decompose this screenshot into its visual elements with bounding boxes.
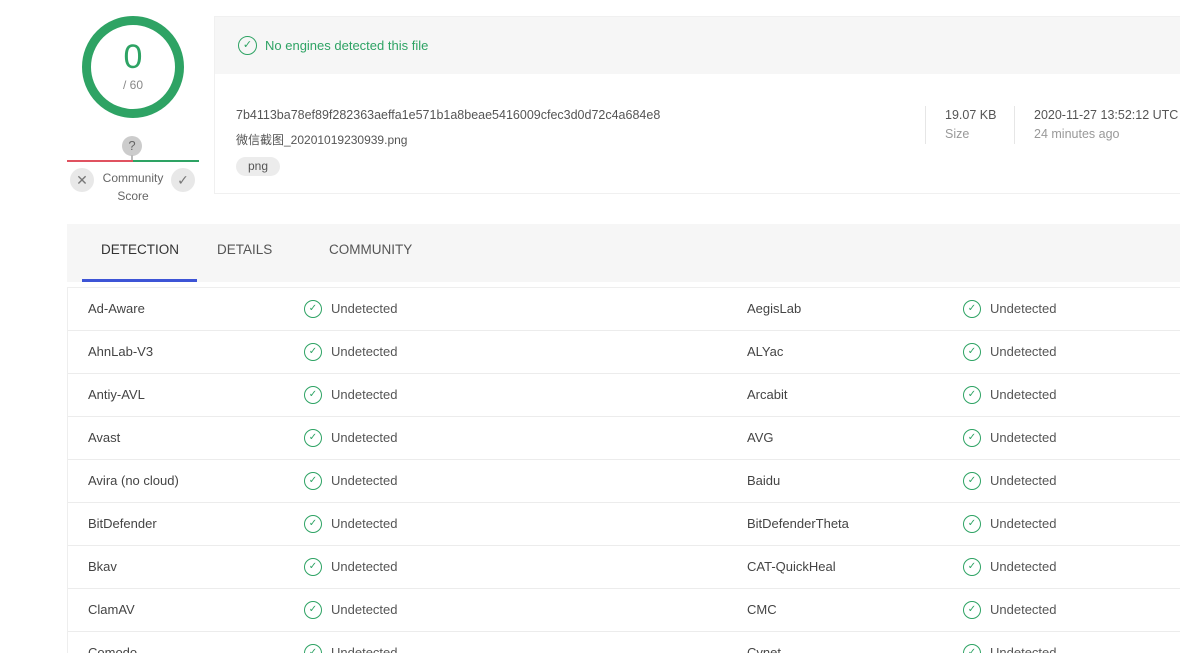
engine-result: Undetected [990, 430, 1057, 445]
table-row: ClamAV ✓ Undetected CMC ✓ Undetected [68, 589, 1180, 632]
check-circle-icon: ✓ [304, 300, 322, 318]
engine-name[interactable]: Arcabit [747, 387, 787, 402]
engine-result: Undetected [990, 387, 1057, 402]
detection-score-gauge: 0 / 60 [82, 16, 184, 118]
engine-result: Undetected [990, 301, 1057, 316]
check-circle-icon: ✓ [963, 515, 981, 533]
engine-result: Undetected [331, 430, 398, 445]
vote-harmless-button[interactable]: ✓ [171, 168, 195, 192]
engine-result: Undetected [990, 344, 1057, 359]
engine-name[interactable]: BitDefender [88, 516, 157, 531]
active-tab-indicator [82, 279, 197, 282]
file-summary-card: ✓ No engines detected this file 7b4113ba… [214, 16, 1180, 194]
engine-name[interactable]: Bkav [88, 559, 117, 574]
check-circle-icon: ✓ [304, 644, 322, 653]
table-row: Avast ✓ Undetected AVG ✓ Undetected [68, 417, 1180, 460]
engine-result: Undetected [990, 602, 1057, 617]
check-circle-icon: ✓ [963, 472, 981, 490]
engine-name[interactable]: CMC [747, 602, 777, 617]
engine-result: Undetected [331, 344, 398, 359]
tab-community[interactable]: COMMUNITY [329, 242, 412, 257]
check-circle-icon: ✓ [304, 472, 322, 490]
analysis-date-value: 2020-11-27 13:52:12 UTC [1034, 108, 1179, 122]
engine-result: Undetected [331, 301, 398, 316]
check-circle-icon: ✓ [963, 558, 981, 576]
check-circle-icon: ✓ [963, 644, 981, 653]
table-row: Comodo ✓ Undetected Cynet ✓ Undetected [68, 632, 1180, 653]
banner-text: No engines detected this file [265, 38, 429, 53]
community-score-bar [67, 160, 199, 162]
engine-result: Undetected [331, 473, 398, 488]
table-row: Antiy-AVL ✓ Undetected Arcabit ✓ Undetected [68, 374, 1180, 417]
engine-name[interactable]: Baidu [747, 473, 780, 488]
engine-result: Undetected [331, 645, 398, 653]
divider [1014, 106, 1015, 144]
engine-name[interactable]: AegisLab [747, 301, 801, 316]
check-circle-icon: ✓ [304, 343, 322, 361]
file-size-label: Size [945, 127, 970, 141]
file-size: 19.07 KB Size [945, 108, 996, 141]
check-circle-icon: ✓ [304, 558, 322, 576]
divider [925, 106, 926, 144]
engine-result: Undetected [990, 516, 1057, 531]
engine-name[interactable]: AhnLab-V3 [88, 344, 153, 359]
check-circle-icon: ✓ [963, 429, 981, 447]
engine-result: Undetected [990, 645, 1057, 653]
analysis-date: 2020-11-27 13:52:12 UTC 24 minutes ago [1034, 108, 1178, 141]
engine-name[interactable]: BitDefenderTheta [747, 516, 849, 531]
check-circle-icon: ✓ [304, 515, 322, 533]
engine-name[interactable]: Antiy-AVL [88, 387, 145, 402]
community-label-line1: Community [102, 171, 164, 185]
check-circle-icon: ✓ [304, 386, 322, 404]
check-circle-icon: ✓ [963, 300, 981, 318]
engine-result: Undetected [331, 387, 398, 402]
table-row: Bkav ✓ Undetected CAT-QuickHeal ✓ Undetected [68, 546, 1180, 589]
file-type-tag[interactable]: png [236, 157, 281, 176]
detection-results-table: Ad-Aware ✓ Undetected AegisLab ✓ Undetected Ah… [67, 287, 1180, 653]
community-label-line2: Score [117, 189, 149, 203]
tab-details[interactable]: DETAILS [217, 242, 272, 257]
engine-name[interactable]: Ad-Aware [88, 301, 145, 316]
engine-name[interactable]: ClamAV [88, 602, 135, 617]
file-name: 微信截图_20201019230939.png [236, 133, 408, 147]
vote-harmful-button[interactable]: ✕ [70, 168, 94, 192]
question-icon: ? [122, 136, 142, 156]
check-circle-icon: ✓ [304, 601, 322, 619]
detections-count: 0 [123, 38, 143, 76]
engine-result: Undetected [990, 473, 1057, 488]
table-row: Ad-Aware ✓ Undetected AegisLab ✓ Undetected [68, 288, 1180, 331]
engine-result: Undetected [331, 602, 398, 617]
check-circle-icon: ✓ [963, 343, 981, 361]
engine-result: Undetected [331, 559, 398, 574]
engine-name[interactable]: CAT-QuickHeal [747, 559, 836, 574]
detection-banner: ✓ No engines detected this file [215, 17, 1180, 74]
check-circle-icon: ✓ [238, 36, 257, 55]
engine-result: Undetected [990, 559, 1057, 574]
tab-detection[interactable]: DETECTION [101, 242, 179, 257]
file-hash[interactable]: 7b4113ba78ef89f282363aeffa1e571b1a8beae5… [236, 108, 660, 122]
file-size-value: 19.07 KB [945, 108, 997, 122]
analysis-date-relative: 24 minutes ago [1034, 127, 1120, 141]
engine-name[interactable]: Avira (no cloud) [88, 473, 179, 488]
report-tabs: DETECTION DETAILS COMMUNITY [67, 224, 1180, 282]
engine-name[interactable]: ALYac [747, 344, 783, 359]
community-score: ? ✕ Community Score ✓ [67, 136, 199, 206]
engine-name[interactable]: Comodo [88, 645, 137, 653]
engine-name[interactable]: Avast [88, 430, 120, 445]
engine-result: Undetected [331, 516, 398, 531]
check-circle-icon: ✓ [963, 386, 981, 404]
table-row: AhnLab-V3 ✓ Undetected ALYac ✓ Undetected [68, 331, 1180, 374]
community-score-label: Community Score [95, 169, 171, 205]
engines-total: / 60 [122, 78, 143, 92]
engine-name[interactable]: Cynet [747, 645, 781, 653]
table-row: BitDefender ✓ Undetected BitDefenderTheta ✓ U… [68, 503, 1180, 546]
check-circle-icon: ✓ [963, 601, 981, 619]
table-row: Avira (no cloud) ✓ Undetected Baidu ✓ Undetec… [68, 460, 1180, 503]
engine-name[interactable]: AVG [747, 430, 774, 445]
check-circle-icon: ✓ [304, 429, 322, 447]
